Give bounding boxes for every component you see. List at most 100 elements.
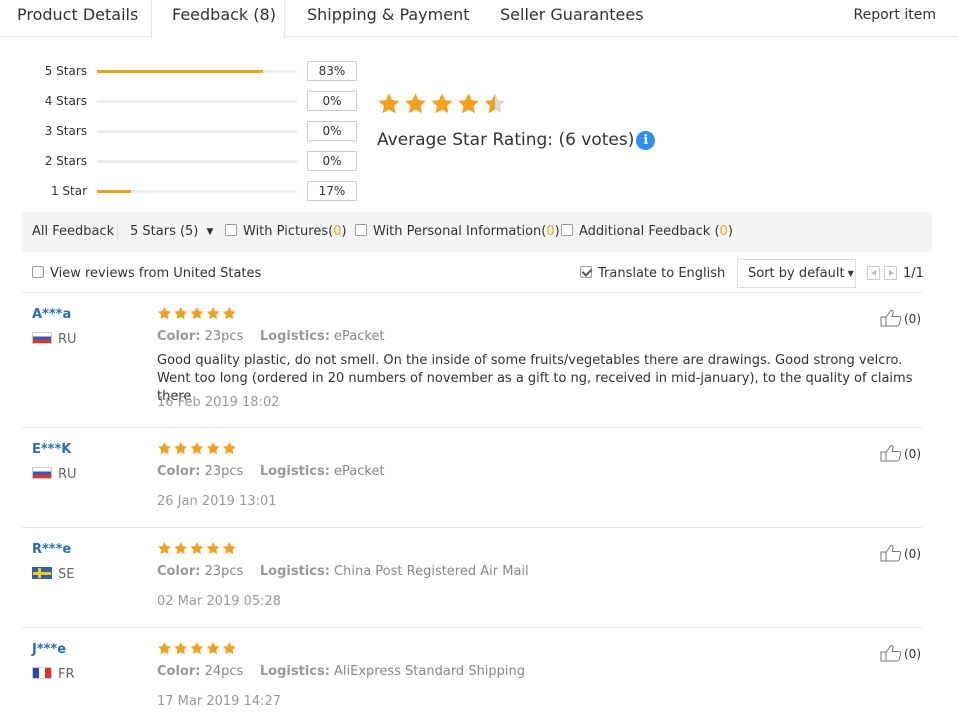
star-icon (222, 541, 236, 555)
chevron-left-icon (871, 270, 876, 276)
divider (22, 527, 922, 528)
review-meta: Color: 23pcs Logistics: ePacket (157, 328, 385, 346)
chevron-right-icon (889, 270, 894, 276)
review-stars (157, 306, 237, 322)
star-icon (222, 441, 236, 455)
star-filter-select[interactable]: 5 Stars (5) ▼ (130, 212, 213, 252)
stars-icon (158, 541, 236, 555)
star-icon (431, 93, 453, 114)
with-pictures-filter[interactable]: With Pictures(0) (225, 212, 347, 252)
sort-select[interactable]: Sort by default ▼ (737, 259, 856, 288)
review-item: A***a RU Color: 23pcs Logistics: ePacket… (22, 306, 922, 428)
rating-percent: 0% (307, 91, 357, 111)
personal-info-checkbox[interactable] (355, 224, 367, 236)
star-icon (174, 441, 188, 455)
star-filter-label: 5 Stars (5) (130, 224, 199, 239)
reviewer-name[interactable]: J***e (32, 641, 66, 659)
rating-bar-fill (97, 70, 263, 73)
rating-bar-track (97, 190, 297, 193)
helpful-button[interactable]: (0) (880, 644, 921, 663)
star-icon (222, 641, 236, 655)
reviewer-name[interactable]: A***a (32, 306, 71, 324)
star-icon (206, 441, 220, 455)
logistics-value: AliExpress Standard Shipping (334, 664, 526, 679)
review-stars (157, 541, 237, 557)
chevron-down-icon: ▼ (206, 227, 214, 237)
tab-seller-guarantees[interactable]: Seller Guarantees (500, 0, 644, 37)
star-icon (190, 641, 204, 655)
report-item-link[interactable]: Report item (854, 0, 937, 30)
translate-checkbox[interactable] (580, 266, 592, 278)
helpful-count: (0) (904, 447, 921, 461)
helpful-button[interactable]: (0) (880, 309, 921, 328)
stars-icon (378, 93, 506, 114)
reviewer-name[interactable]: R***e (32, 541, 71, 559)
view-country-label: View reviews from United States (50, 266, 262, 281)
additional-feedback-filter[interactable]: Additional Feedback (0) (561, 212, 733, 252)
divider (22, 427, 922, 428)
review-date: 17 Mar 2019 14:27 (157, 694, 282, 709)
rating-bar-track (97, 70, 297, 73)
rating-bar-track (97, 130, 297, 133)
review-item: E***K RU Color: 23pcs Logistics: ePacket… (22, 441, 922, 527)
review-date: 16 Feb 2019 18:02 (157, 395, 280, 410)
view-country-option[interactable]: View reviews from United States (32, 259, 261, 289)
rating-row-label: 1 Star (50, 184, 87, 198)
color-value: 24pcs (204, 664, 244, 679)
page-indicator: 1/1 (903, 266, 924, 281)
view-country-checkbox[interactable] (32, 266, 44, 278)
rating-percent: 0% (307, 151, 357, 171)
rating-bar-track (97, 160, 297, 163)
star-icon (484, 93, 506, 114)
logistics-label: Logistics: (259, 329, 330, 344)
prev-page-button[interactable] (867, 266, 880, 280)
info-icon[interactable]: i (636, 131, 656, 150)
additional-feedback-checkbox[interactable] (561, 224, 573, 236)
rating-row-label: 3 Stars (44, 124, 87, 138)
logistics-label: Logistics: (259, 564, 330, 579)
review-meta: Color: 24pcs Logistics: AliExpress Stand… (157, 663, 525, 681)
star-icon (174, 641, 188, 655)
personal-info-count: 0 (546, 224, 555, 239)
review-stars (157, 641, 237, 657)
reviewer-name[interactable]: E***K (32, 441, 71, 459)
logistics-label: Logistics: (259, 464, 330, 479)
france-flag-icon (32, 667, 52, 679)
color-label: Color: (157, 664, 201, 679)
russia-flag-icon (32, 467, 52, 479)
color-value: 23pcs (204, 564, 244, 579)
tab-bar: Product Details Feedback (8) Shipping & … (0, 0, 958, 38)
all-feedback-filter[interactable]: All Feedback (32, 212, 114, 252)
helpful-button[interactable]: (0) (880, 444, 921, 463)
rating-percent: 83% (307, 61, 357, 81)
rating-percent: 0% (307, 121, 357, 141)
sweden-flag-icon (32, 567, 52, 579)
sort-select-label: Sort by default (748, 266, 845, 281)
color-label: Color: (157, 564, 201, 579)
filter-divider (117, 223, 118, 241)
additional-feedback-count: 0 (719, 224, 728, 239)
tab-shipping-payment[interactable]: Shipping & Payment (307, 0, 470, 37)
with-pictures-count: 0 (333, 224, 342, 239)
star-icon (206, 306, 220, 320)
helpful-button[interactable]: (0) (880, 544, 921, 563)
with-pictures-checkbox[interactable] (225, 224, 237, 236)
star-icon (206, 641, 220, 655)
tab-feedback[interactable]: Feedback (8) (151, 0, 285, 38)
next-page-button[interactable] (884, 266, 897, 280)
stars-icon (158, 441, 236, 455)
feedback-filter-bar: All Feedback 5 Stars (5) ▼ With Pictures… (22, 212, 932, 252)
star-icon (206, 541, 220, 555)
personal-info-filter[interactable]: With Personal Information(0) (355, 212, 560, 252)
rating-row-label: 4 Stars (44, 94, 87, 108)
logistics-value: ePacket (334, 329, 385, 344)
tab-product-details[interactable]: Product Details (17, 0, 138, 37)
star-icon (190, 306, 204, 320)
translate-option[interactable]: Translate to English (580, 259, 725, 289)
star-icon (458, 93, 479, 114)
star-icon (158, 306, 171, 320)
rating-bar-fill (97, 190, 131, 193)
stars-icon (158, 306, 236, 320)
logistics-value: China Post Registered Air Mail (334, 564, 529, 579)
thumbs-up-icon (880, 645, 902, 662)
